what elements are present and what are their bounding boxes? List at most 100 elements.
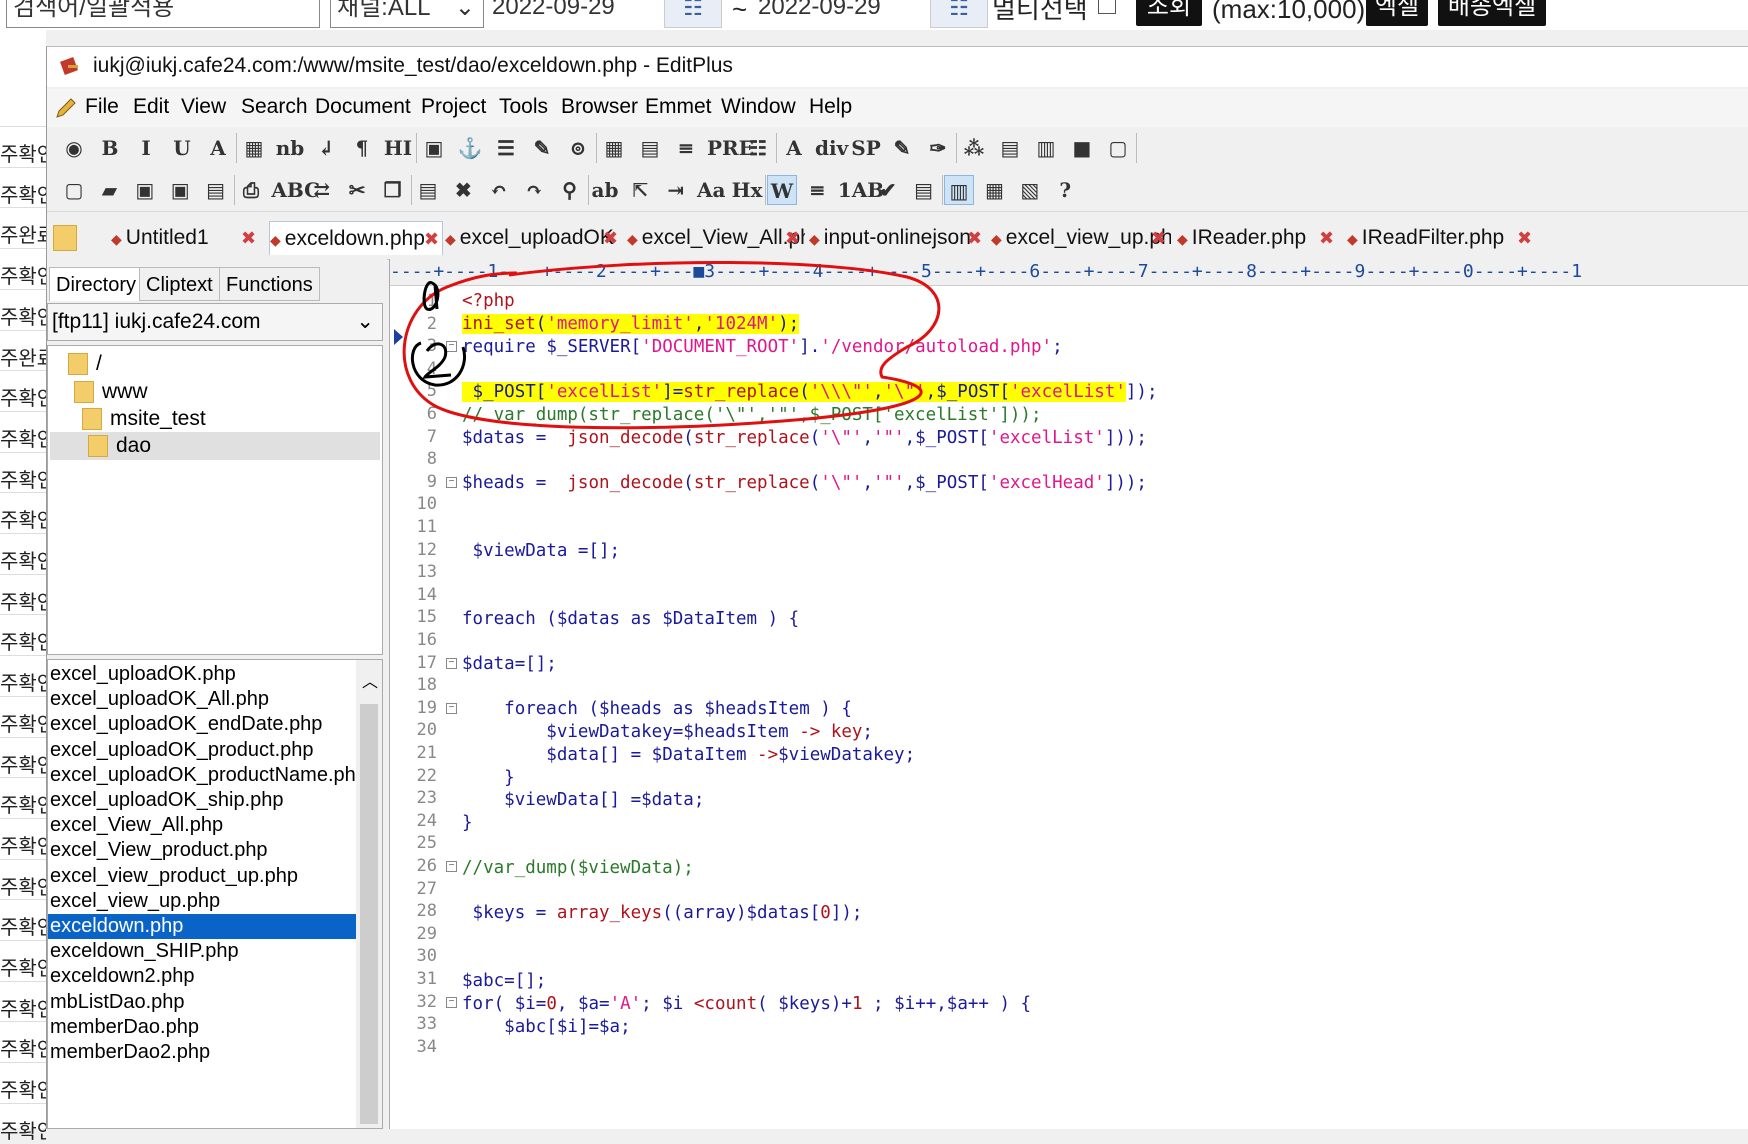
tab-untitled1[interactable]: ◆ Untitled1 ✖ [111,221,261,255]
tab-excel-uploadok[interactable]: ◆ excel_uploadOK ✖ [445,221,623,255]
fold-toggle-icon[interactable]: − [446,702,457,714]
tab-cliptext[interactable]: Cliptext [139,267,220,301]
fold-toggle-icon[interactable]: − [446,476,457,488]
menu-browser[interactable]: Browser [561,95,638,119]
frame-icon[interactable]: ▤ [995,133,1025,163]
close-icon[interactable]: ✖ [241,221,256,255]
spellcheck-icon[interactable]: ABC [271,175,320,205]
file-list-item[interactable]: excel_view_product_up.php [48,864,356,889]
underline-icon[interactable]: U [167,133,197,163]
edit-box-icon[interactable]: ✎ [527,133,557,163]
italic-icon[interactable]: I [131,133,161,163]
doc-view-icon[interactable]: ▦ [979,175,1009,205]
file-list-item[interactable]: memberDao2.php [48,1040,356,1065]
menu-tools[interactable]: Tools [499,95,548,119]
file-list-item[interactable]: excel_view_up.php [48,889,356,914]
scrollbar-thumb[interactable] [360,704,378,1124]
file-list-item[interactable]: exceldown.php [48,914,356,939]
fold-toggle-icon[interactable]: − [446,996,457,1008]
file-list-item[interactable]: excel_uploadOK_productName.php [48,763,367,788]
undo-icon[interactable]: ↶ [484,175,514,205]
ship-excel-button[interactable]: 배송엑셀 [1438,0,1546,26]
menu-file[interactable]: File [85,95,119,119]
menu-view[interactable]: View [181,95,226,119]
fold-toggle-icon[interactable]: − [446,341,457,353]
tree-item-www[interactable]: www [74,378,148,406]
font-a-icon[interactable]: A [779,133,809,163]
color-grid-icon[interactable]: ▦ [239,133,269,163]
palette-icon[interactable]: ■ [1067,133,1097,163]
cut-icon[interactable]: ✂ [342,175,372,205]
open-folder-icon[interactable]: ▰ [94,175,124,205]
calendar-icon[interactable]: ☷ [930,0,988,28]
calendar-icon[interactable]: ☷ [664,0,722,28]
file-list-item[interactable]: excel_uploadOK_endDate.php [48,712,356,737]
find-icon[interactable]: ⚲ [555,175,585,205]
anchor-icon[interactable]: ⚓ [455,133,485,163]
nbsp-icon[interactable]: nb [275,133,305,163]
table-icon[interactable]: ▦ [599,133,629,163]
print-icon[interactable]: ⎙ [236,175,266,205]
tab-input-onlinejson[interactable]: ◆ input-onlinejson ✖ [809,221,987,255]
chevron-up-icon[interactable]: ︿ [362,668,378,692]
close-icon[interactable]: ✖ [1319,221,1334,255]
tree-item-dao[interactable]: dao [50,432,380,460]
search-button[interactable]: 조회 [1136,0,1202,26]
doc-switch-icon[interactable]: ▧ [1015,175,1045,205]
tab-excel-view-all-ph[interactable]: ◆ excel_View_All.ph ✖ [627,221,805,255]
file-list-item[interactable]: exceldown_SHIP.php [48,939,356,964]
doc-icon[interactable]: ▤ [909,175,939,205]
channel-select[interactable]: 채널:ALL ⌄ [330,0,484,28]
drive-select[interactable]: [ftp11] iukj.cafe24.com ⌄ [47,303,383,341]
form-icon[interactable]: ▤ [635,133,665,163]
tab-exceldown-php[interactable]: ◆ exceldown.php ✖ [269,221,443,255]
date-from-input[interactable]: 2022-09-29 [486,0,662,28]
word-wrap-icon[interactable]: W [767,175,797,205]
close-icon[interactable]: ✖ [603,221,618,255]
menu-document[interactable]: Document [315,95,411,119]
check-icon[interactable]: ✔ [873,175,903,205]
header-icon[interactable]: Hx [732,175,763,205]
menu-emmet[interactable]: Emmet [645,95,712,119]
close-icon[interactable]: ✖ [1517,221,1532,255]
tab-excel-view-up-ph[interactable]: ◆ excel_view_up.ph ✖ [991,221,1171,255]
multi-select-checkbox[interactable] [1098,0,1116,14]
font-color-icon[interactable]: A [203,133,233,163]
doc-split-icon[interactable]: ▥ [944,175,974,205]
tab-functions[interactable]: Functions [219,267,320,301]
tree-item-root[interactable]: / [68,350,102,378]
file-list-item[interactable]: excel_View_product.php [48,838,356,863]
line-break-icon[interactable]: ↲ [311,133,341,163]
menu-window[interactable]: Window [721,95,796,119]
file-list-item[interactable]: excel_View_All.php [48,813,356,838]
align-icon[interactable]: ≡ [671,133,701,163]
close-icon[interactable]: ✖ [967,221,982,255]
div-icon[interactable]: div [815,133,848,163]
excel-button[interactable]: 엑셀 [1366,0,1428,26]
tab-directory[interactable]: Directory [49,267,144,301]
help-icon[interactable]: ? [1050,175,1080,205]
pre-icon[interactable]: PRE [707,133,754,163]
folder-icon[interactable] [53,225,77,251]
menu-project[interactable]: Project [421,95,486,119]
hr-lines-icon[interactable]: ☰ [491,133,521,163]
bold-icon[interactable]: B [95,133,125,163]
save-icon[interactable]: ▣ [130,175,160,205]
indent-icon[interactable]: ⇥ [661,175,691,205]
layout-icon[interactable]: ▥ [1031,133,1061,163]
paste-icon[interactable]: ▤ [413,175,443,205]
close-icon[interactable]: ✖ [424,222,439,255]
file-list-item[interactable]: excel_uploadOK_product.php [48,738,356,763]
code-editor[interactable]: ----+----1----+----2----+---■3----+----4… [389,259,1748,1129]
ftp-icon[interactable]: ⇄ [307,175,337,205]
menu-search[interactable]: Search [241,95,308,119]
delete-icon[interactable]: ✖ [448,175,478,205]
tab-ireadfilter-php[interactable]: ◆ IReadFilter.php ✖ [1347,221,1537,255]
save-all-icon[interactable]: ▣ [165,175,195,205]
new-file-icon[interactable]: ▢ [59,175,89,205]
tree-item-msite-test[interactable]: msite_test [82,405,206,433]
stamp-icon[interactable]: ⊚ [563,133,593,163]
pencil-icon[interactable]: ✎ [887,133,917,163]
menu-edit[interactable]: Edit [133,95,169,119]
file-list-item[interactable]: excel_uploadOK_ship.php [48,788,356,813]
